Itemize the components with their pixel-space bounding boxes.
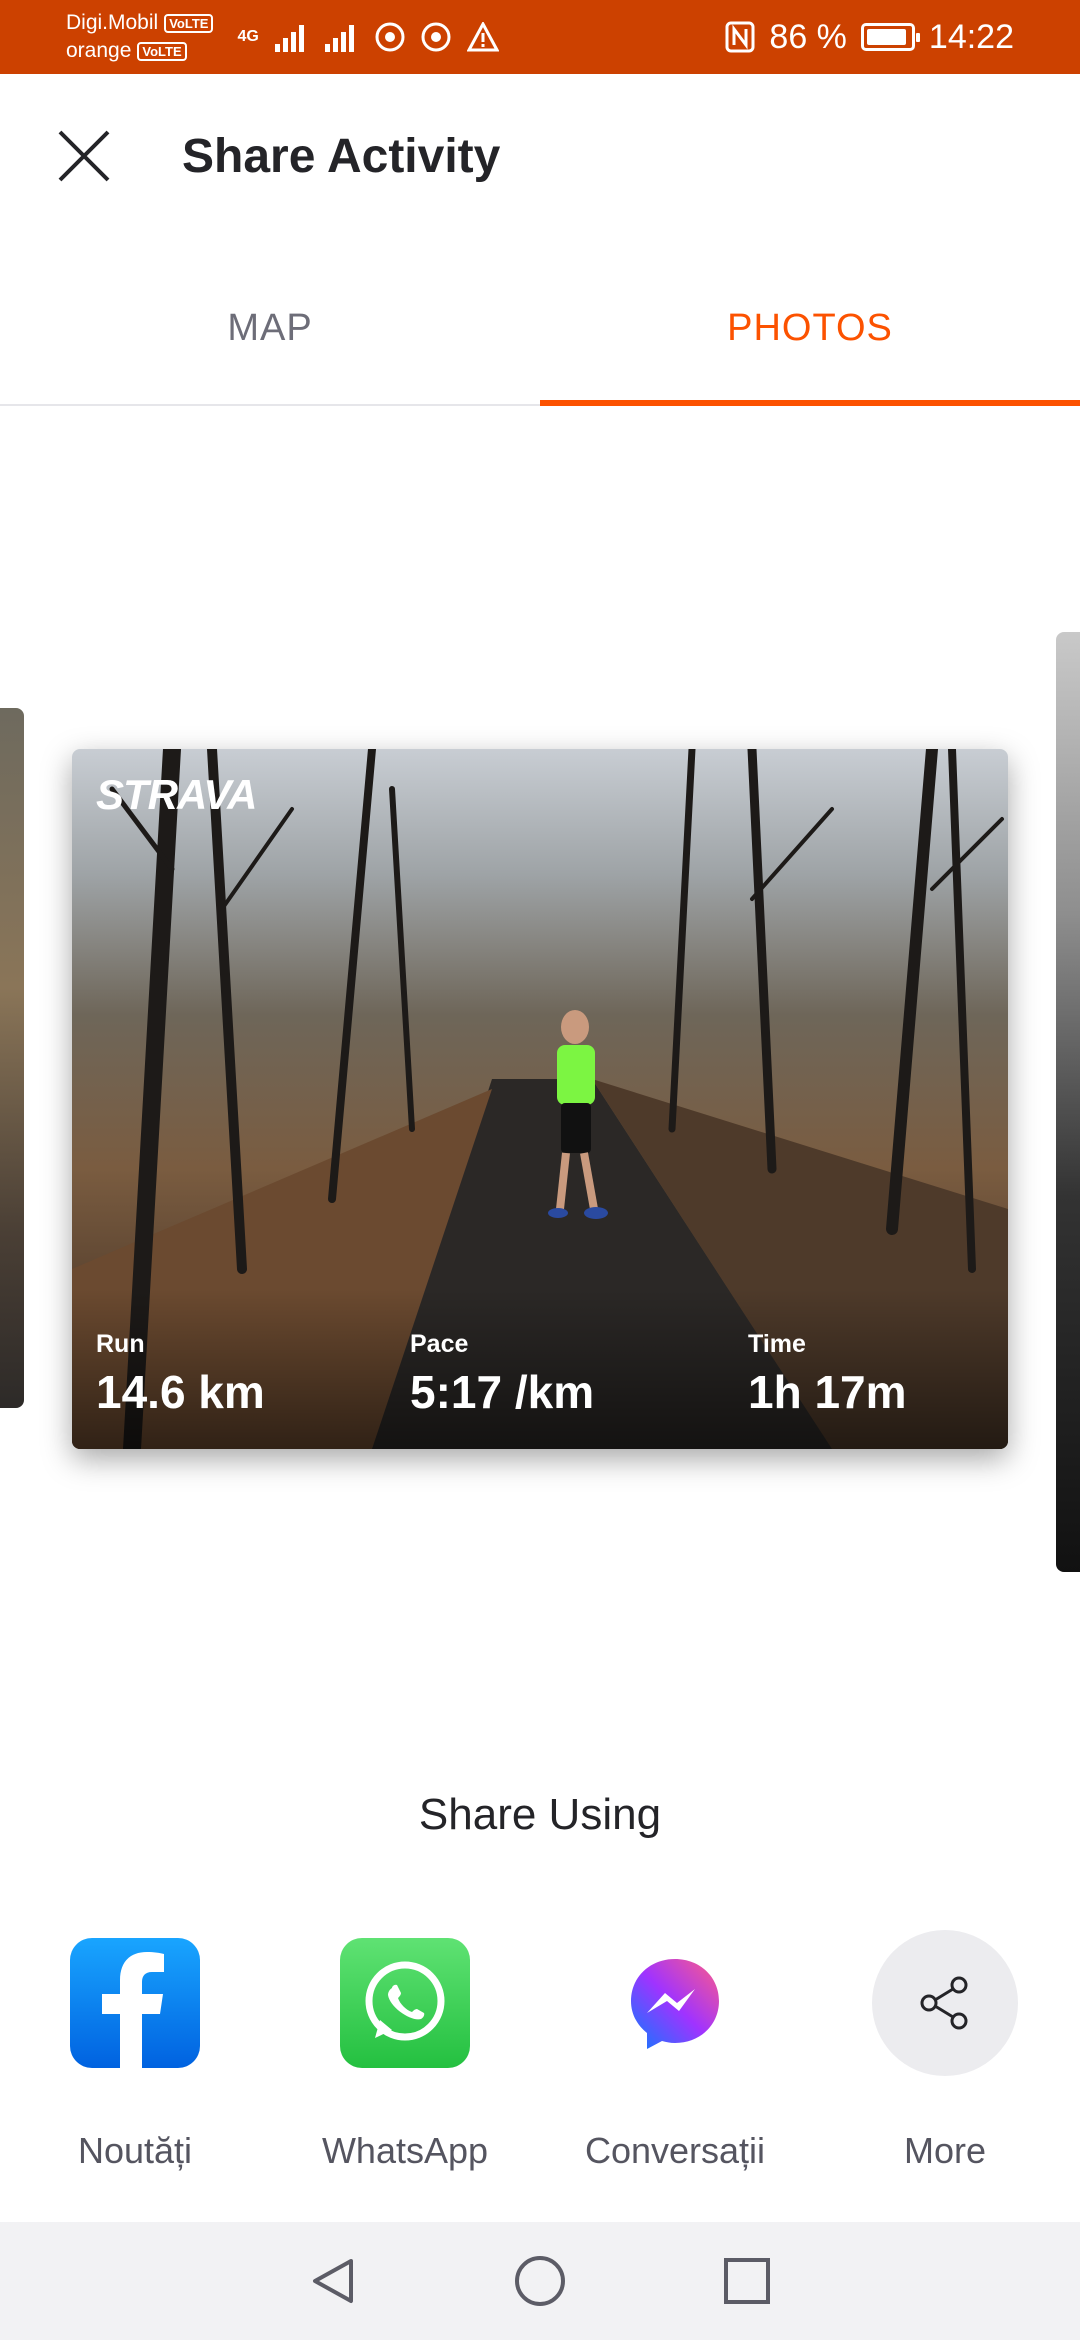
share-option-label: More [903, 2130, 987, 2171]
share-more-button[interactable]: More [810, 1930, 1080, 2172]
chrome-icon [421, 22, 451, 52]
share-facebook-button[interactable]: Noutăți [0, 1930, 270, 2172]
share-messenger-button[interactable]: Conversații [540, 1930, 810, 2172]
warning-icon [466, 22, 499, 52]
signal-icon [324, 25, 354, 52]
signal-icon [274, 25, 304, 52]
chrome-icon [375, 22, 405, 52]
battery-percent: 86 % [769, 17, 847, 56]
nav-home-button[interactable] [495, 2236, 585, 2326]
stats-overlay: Run 14.6 km Pace 5:17 /km Time 1h 17m [72, 1289, 1008, 1449]
share-option-label: Conversații [584, 2130, 766, 2171]
volte-badge: VoLTE [164, 13, 214, 33]
stat-value: 1h 17m [748, 1366, 907, 1418]
photo-carousel[interactable]: STRAVA Run 14.6 km Pace 5:17 /km Time 1h… [0, 406, 1080, 1706]
nav-recents-button[interactable] [702, 2236, 792, 2326]
share-options: Noutăți WhatsApp Conversații More [0, 1930, 1080, 2172]
volte-badge: VoLTE [137, 41, 187, 61]
activity-photo-card[interactable]: STRAVA Run 14.6 km Pace 5:17 /km Time 1h… [72, 749, 1008, 1449]
status-bar: Digi.Mobil VoLTE orange VoLTE 4G 86 % 14:2… [0, 0, 1080, 74]
status-left: Digi.Mobil VoLTE orange VoLTE 4G [66, 9, 499, 65]
stat-value: 5:17 /km [410, 1366, 595, 1418]
clock: 14:22 [928, 17, 1014, 56]
recents-icon [723, 2258, 770, 2304]
carrier-2: orange [66, 39, 132, 62]
stat-label: Time [748, 1330, 806, 1358]
stat-run: Run 14.6 km [96, 1330, 265, 1419]
stat-time: Time 1h 17m [748, 1330, 907, 1419]
strava-logo: STRAVA [96, 771, 257, 818]
stat-pace: Pace 5:17 /km [410, 1330, 594, 1419]
stat-value: 14.6 km [96, 1366, 265, 1418]
whatsapp-icon [340, 1938, 470, 2068]
system-nav-bar [0, 2222, 1080, 2340]
carrier-1: Digi.Mobil [66, 11, 159, 34]
facebook-icon [70, 1938, 200, 2068]
status-right: 86 % 14:22 [725, 18, 1014, 57]
stat-label: Pace [410, 1330, 469, 1358]
nfc-icon [725, 21, 755, 53]
share-option-label: WhatsApp [321, 2130, 489, 2171]
share-section-title: Share Using [418, 1790, 662, 1839]
close-icon [58, 130, 110, 182]
share-whatsapp-button[interactable]: WhatsApp [270, 1930, 540, 2172]
tab-map[interactable]: MAP [0, 252, 540, 404]
share-icon [920, 1976, 968, 2030]
stat-label: Run [96, 1330, 145, 1358]
previous-photo-card[interactable] [0, 708, 24, 1408]
carrier-info: Digi.Mobil VoLTE orange VoLTE [66, 9, 214, 65]
nav-back-button[interactable] [288, 2236, 378, 2326]
network-type: 4G [237, 28, 259, 45]
page-title: Share Activity [182, 129, 501, 183]
app-bar: Share Activity [0, 74, 1080, 238]
back-icon [313, 2259, 354, 2303]
close-button[interactable] [34, 106, 134, 206]
share-option-label: Noutăți [77, 2130, 193, 2171]
messenger-icon [631, 1959, 719, 2049]
share-icon-container [872, 1930, 1018, 2076]
next-photo-card[interactable] [1056, 632, 1080, 1572]
tab-bar: MAP PHOTOS [0, 252, 1080, 406]
battery-icon [860, 23, 920, 51]
home-icon [514, 2256, 565, 2306]
tab-photos[interactable]: PHOTOS [540, 252, 1080, 406]
